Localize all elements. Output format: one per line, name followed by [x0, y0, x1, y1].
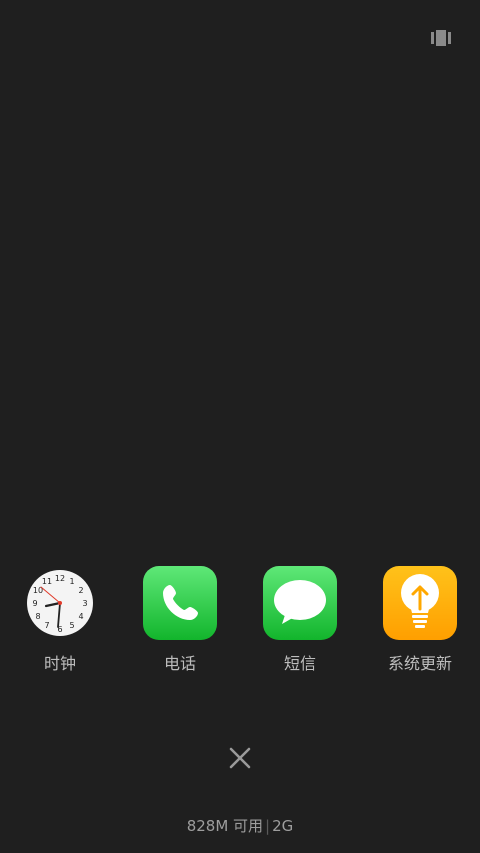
clock-app-icon: 12 1 2 3 4 5 6 7 8 9 10 11: [23, 566, 97, 640]
app-label: 时钟: [43, 654, 76, 673]
messages-app-icon: [263, 566, 337, 640]
clock-number-7: 7: [44, 621, 49, 630]
clock-number-2: 2: [78, 586, 83, 595]
app-label: 短信: [283, 654, 316, 673]
recent-apps-icon: [431, 30, 451, 46]
memory-status: 828M 可用 | 2G: [0, 815, 480, 836]
system-update-app-icon: [383, 566, 457, 640]
close-icon: [229, 747, 251, 769]
clock-number-9: 9: [32, 599, 37, 608]
clock-number-12: 12: [55, 574, 65, 583]
app-messages[interactable]: 短信: [245, 566, 355, 674]
clock-number-8: 8: [35, 612, 40, 621]
clear-all-button[interactable]: [226, 744, 254, 772]
clock-number-11: 11: [42, 577, 52, 586]
app-label: 电话: [163, 654, 196, 673]
phone-icon: [163, 585, 198, 620]
memory-separator: |: [265, 817, 271, 835]
app-label: 系统更新: [387, 654, 452, 673]
clock-number-1: 1: [69, 577, 74, 586]
phone-app-icon: [143, 566, 217, 640]
memory-available: 828M 可用: [186, 817, 264, 835]
app-clock[interactable]: 12 1 2 3 4 5 6 7 8 9 10 11 时钟: [5, 566, 115, 674]
recent-apps-button[interactable]: [430, 28, 452, 48]
app-phone[interactable]: 电话: [125, 566, 235, 674]
recent-apps-dock: 12 1 2 3 4 5 6 7 8 9 10 11 时钟 电话 短信 系统更新: [0, 566, 480, 686]
clock-icon: 12 1 2 3 4 5 6 7 8 9 10 11: [27, 570, 93, 636]
lightbulb-update-icon: [401, 574, 439, 628]
app-system-update[interactable]: 系统更新: [365, 566, 475, 674]
clock-number-5: 5: [69, 621, 74, 630]
clock-number-3: 3: [82, 599, 87, 608]
clock-number-4: 4: [78, 612, 83, 621]
message-icon: [274, 580, 326, 624]
memory-total: 2G: [272, 817, 294, 835]
